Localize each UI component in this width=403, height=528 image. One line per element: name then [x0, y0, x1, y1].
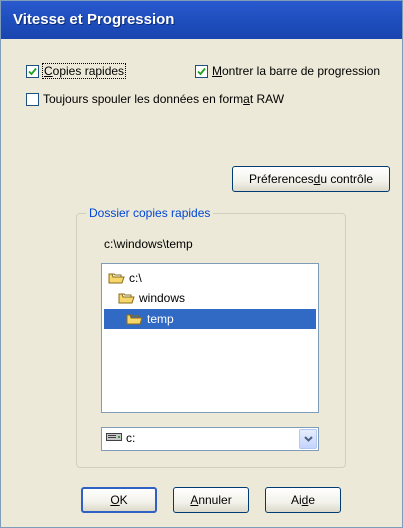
mnemonic-letter: d — [313, 172, 321, 186]
tree-item-label: windows — [139, 291, 186, 305]
fast-copies-label: Copies rapides — [41, 63, 127, 79]
mnemonic-letter: C — [44, 64, 53, 78]
label-text: opies rapides — [52, 64, 125, 78]
open-folder-icon — [126, 312, 144, 326]
tree-item-label: temp — [147, 312, 174, 326]
open-folder-icon — [118, 291, 136, 305]
drive-icon — [106, 431, 122, 445]
button-label: e — [308, 493, 316, 507]
monitor-preferences-button[interactable]: Préferences du contrôle — [232, 166, 390, 192]
folder-tree[interactable]: c:\ windows temp — [101, 263, 319, 413]
mnemonic-letter: d — [301, 493, 309, 507]
help-button[interactable]: Ai d e — [265, 487, 341, 513]
cancel-button[interactable]: Annuler — [173, 487, 249, 513]
ok-button[interactable]: OK — [81, 487, 157, 513]
check-icon — [28, 67, 37, 75]
window-title: Vitesse et Progression — [13, 11, 175, 28]
current-path-label: c:\windows\temp — [104, 237, 193, 251]
mnemonic-letter: a — [243, 92, 250, 106]
raw-spool-label: Toujours spouler les données en format R… — [43, 92, 284, 106]
tree-item-c-root[interactable]: c:\ — [108, 268, 142, 288]
dialog-window: Vitesse et Progression Copies rapides Mo… — [0, 0, 403, 528]
drive-select[interactable]: c: — [101, 427, 319, 451]
drive-value: c: — [126, 431, 136, 445]
title-bar[interactable]: Vitesse et Progression — [1, 1, 402, 39]
tree-item-windows[interactable]: windows — [118, 288, 185, 308]
group-title: Dossier copies rapides — [86, 206, 214, 220]
drive-select-value: c: — [106, 431, 135, 445]
checkbox-box[interactable] — [195, 64, 208, 78]
tree-item-temp[interactable]: temp — [104, 309, 316, 329]
button-label: u contrôle — [320, 172, 374, 186]
check-icon — [197, 67, 206, 75]
label-text: t RAW — [249, 92, 285, 106]
button-label: Ai — [290, 493, 302, 507]
show-progress-label: Montrer la barre de progression — [212, 64, 380, 78]
button-label: Préferences — [248, 172, 314, 186]
checkbox-box[interactable] — [26, 92, 39, 106]
button-label: K — [119, 493, 128, 507]
show-progress-checkbox[interactable]: Montrer la barre de progression — [195, 64, 380, 78]
checkbox-box[interactable] — [26, 64, 39, 78]
mnemonic-letter: O — [110, 493, 120, 507]
label-text: Toujours spouler les données en form — [43, 92, 244, 106]
button-label: nnuler — [198, 493, 232, 507]
chevron-down-icon — [303, 436, 313, 442]
dropdown-arrow-button[interactable] — [299, 429, 317, 449]
raw-spool-checkbox[interactable]: Toujours spouler les données en format R… — [26, 92, 284, 106]
label-text: ontrer la barre de progression — [222, 64, 381, 78]
mnemonic-letter: M — [212, 64, 222, 78]
fast-copies-checkbox[interactable]: Copies rapides — [26, 63, 127, 79]
mnemonic-letter: A — [190, 493, 199, 507]
open-folder-icon — [108, 271, 126, 285]
tree-item-label: c:\ — [129, 271, 142, 285]
